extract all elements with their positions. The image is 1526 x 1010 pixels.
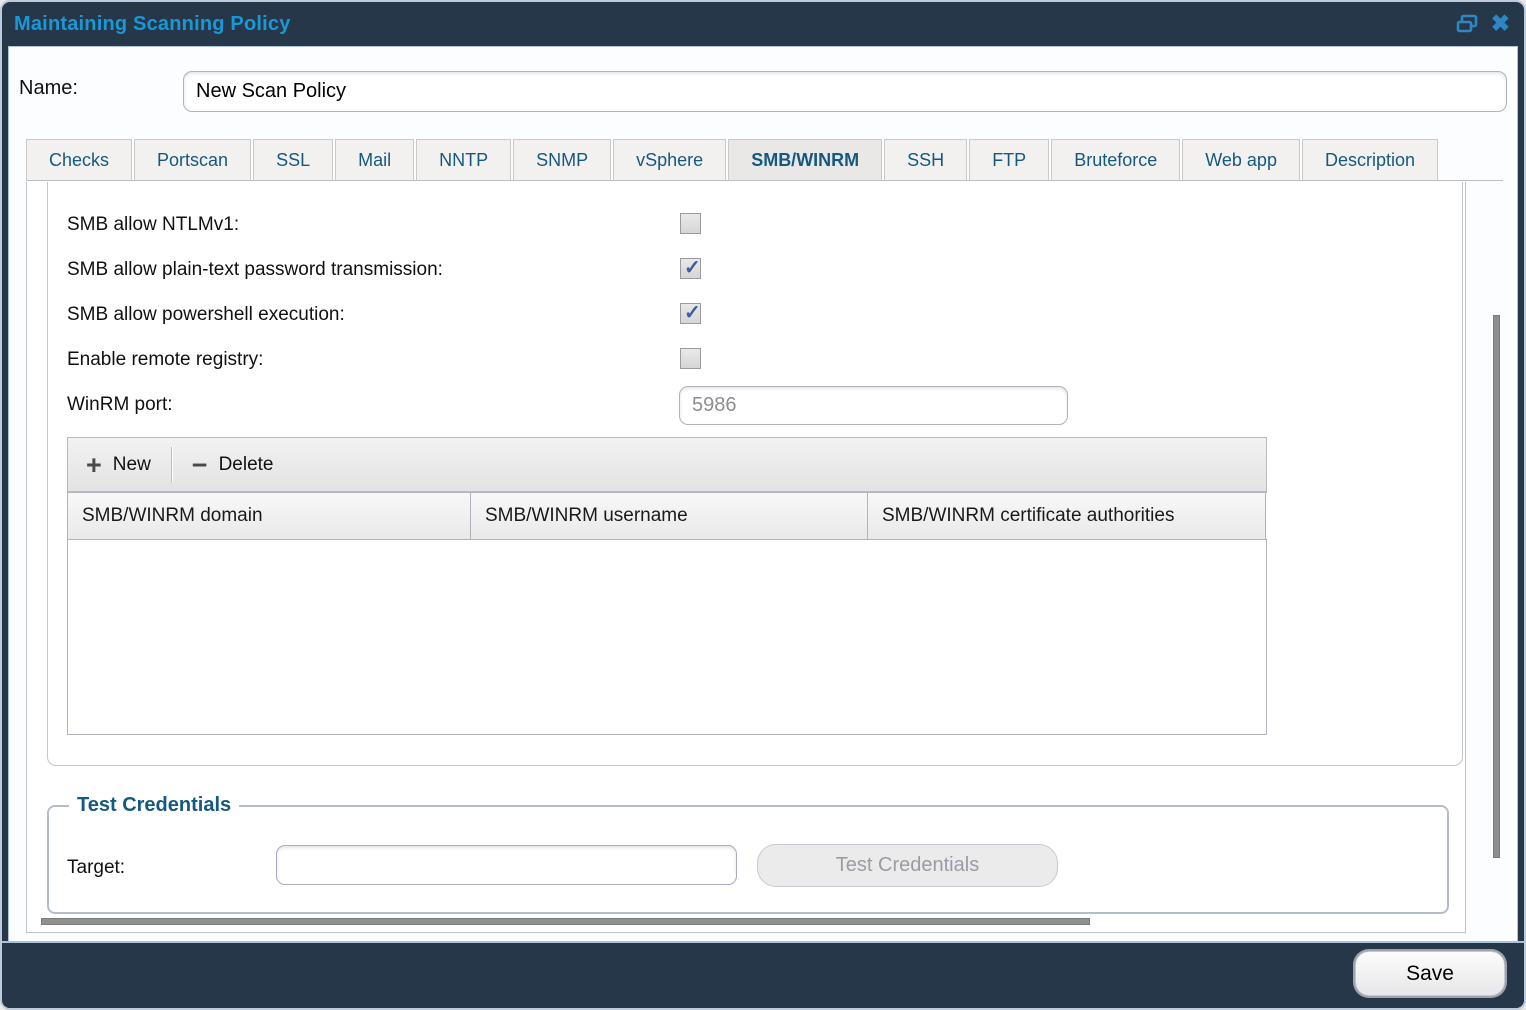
footer-bar: Save bbox=[2, 941, 1524, 1008]
enable-remote-registry-label: Enable remote registry: bbox=[67, 349, 264, 370]
save-button[interactable]: Save bbox=[1355, 951, 1505, 996]
dialog-body: Name: Checks Portscan SSL Mail NNTP SNMP… bbox=[8, 46, 1518, 943]
grid-toolbar: + New − Delete bbox=[67, 437, 1267, 492]
tab-ssh[interactable]: SSH bbox=[884, 139, 968, 180]
tab-vsphere[interactable]: vSphere bbox=[613, 139, 727, 180]
column-header-domain[interactable]: SMB/WINRM domain bbox=[68, 493, 471, 539]
tab-bruteforce[interactable]: Bruteforce bbox=[1051, 139, 1181, 180]
smb-allow-plaintext-label: SMB allow plain-text password transmissi… bbox=[67, 259, 443, 280]
smb-settings-panel: SMB allow NTLMv1: SMB allow plain-text p… bbox=[47, 182, 1463, 766]
column-header-cert-authorities[interactable]: SMB/WINRM certificate authorities bbox=[868, 493, 1266, 539]
horizontal-scrollbar[interactable] bbox=[41, 918, 1090, 925]
smb-allow-plaintext-checkbox[interactable] bbox=[680, 258, 701, 279]
winrm-port-input[interactable] bbox=[679, 386, 1068, 425]
tab-description[interactable]: Description bbox=[1301, 139, 1438, 180]
credentials-grid: + New − Delete SMB/WINRM domain SMB/WINR… bbox=[67, 437, 1267, 735]
smb-allow-ntlmv1-checkbox[interactable] bbox=[680, 213, 701, 234]
toolbar-divider bbox=[170, 446, 172, 483]
tab-snmp[interactable]: SNMP bbox=[513, 139, 612, 180]
smb-allow-powershell-label: SMB allow powershell execution: bbox=[67, 304, 345, 325]
new-button[interactable]: + New bbox=[68, 438, 169, 491]
close-icon[interactable]: ✖ bbox=[1491, 12, 1510, 35]
column-header-username[interactable]: SMB/WINRM username bbox=[471, 493, 868, 539]
restore-icon[interactable] bbox=[1456, 14, 1478, 33]
tab-smb-winrm[interactable]: SMB/WINRM bbox=[728, 139, 883, 180]
test-credentials-fieldset: Test Credentials Target: Test Credential… bbox=[47, 794, 1449, 914]
tab-web-app[interactable]: Web app bbox=[1182, 139, 1300, 180]
name-label: Name: bbox=[19, 77, 78, 99]
tab-ssl[interactable]: SSL bbox=[253, 139, 334, 180]
plus-icon: + bbox=[86, 449, 102, 480]
name-input[interactable] bbox=[183, 71, 1507, 112]
enable-remote-registry-checkbox[interactable] bbox=[680, 348, 701, 369]
tab-strip: Checks Portscan SSL Mail NNTP SNMP vSphe… bbox=[26, 139, 1503, 181]
titlebar: Maintaining Scanning Policy ✖ bbox=[2, 2, 1524, 46]
tab-content-smb-winrm: SMB allow NTLMv1: SMB allow plain-text p… bbox=[26, 182, 1466, 933]
dialog-title: Maintaining Scanning Policy bbox=[14, 13, 291, 35]
tab-ftp[interactable]: FTP bbox=[969, 139, 1050, 180]
maintaining-scanning-policy-dialog: Maintaining Scanning Policy ✖ Name: Chec… bbox=[0, 0, 1526, 1010]
grid-body-empty[interactable] bbox=[67, 539, 1267, 735]
tab-checks[interactable]: Checks bbox=[26, 139, 133, 180]
winrm-port-label: WinRM port: bbox=[67, 394, 173, 415]
delete-button[interactable]: − Delete bbox=[174, 438, 292, 491]
target-label: Target: bbox=[67, 857, 126, 878]
smb-allow-powershell-checkbox[interactable] bbox=[680, 303, 701, 324]
tab-portscan[interactable]: Portscan bbox=[134, 139, 252, 180]
target-input[interactable] bbox=[276, 845, 737, 885]
test-credentials-button[interactable]: Test Credentials bbox=[757, 844, 1058, 887]
minus-icon: − bbox=[191, 449, 208, 480]
vertical-scrollbar[interactable] bbox=[1493, 315, 1500, 858]
grid-header-row: SMB/WINRM domain SMB/WINRM username SMB/… bbox=[67, 492, 1267, 539]
smb-allow-ntlmv1-label: SMB allow NTLMv1: bbox=[67, 214, 240, 235]
tab-nntp[interactable]: NNTP bbox=[416, 139, 512, 180]
tab-mail[interactable]: Mail bbox=[335, 139, 415, 180]
test-credentials-legend: Test Credentials bbox=[77, 794, 232, 816]
